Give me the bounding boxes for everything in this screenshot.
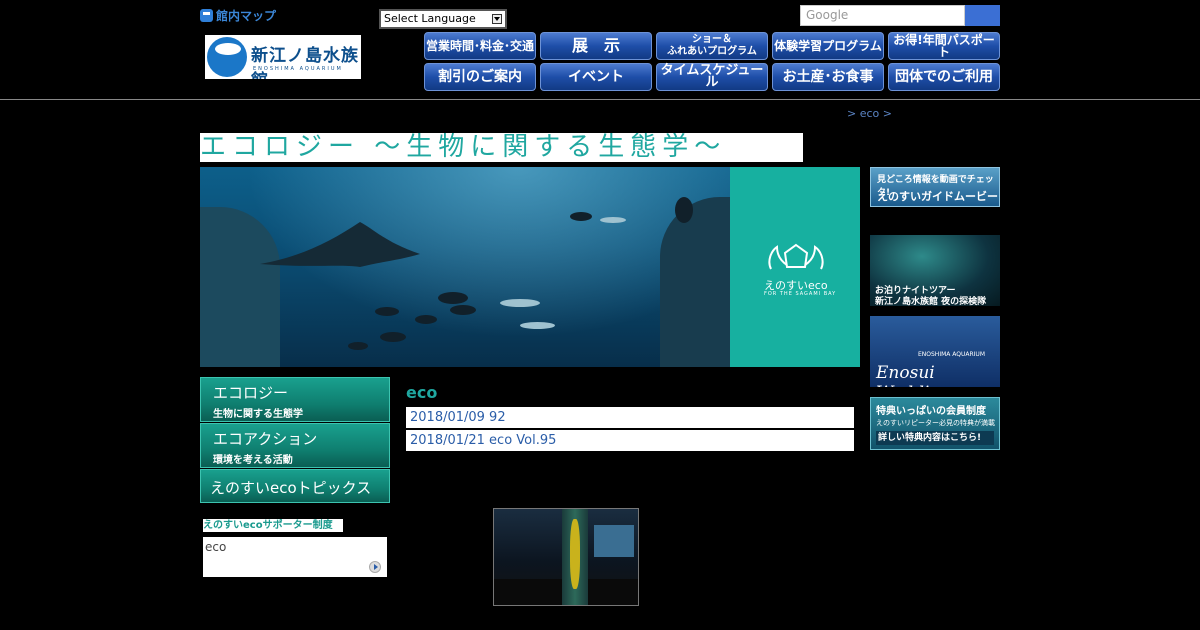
photo-plant (570, 519, 580, 589)
news-link[interactable]: 2018/01/09 92 (410, 410, 506, 425)
section-title: eco (406, 383, 438, 402)
language-select[interactable]: Select Language (379, 9, 507, 29)
news-link[interactable]: 2018/01/21 eco Vol.95 (410, 433, 556, 448)
fish (450, 305, 476, 315)
side-menu-eco-action[interactable]: エコアクション 環境を考える活動 (200, 423, 390, 468)
floor-map-link[interactable]: 館内マップ (200, 7, 276, 24)
night-tour-banner[interactable]: お泊りナイトツアー 新江ノ島水族館 夜の探検隊 (870, 235, 1000, 306)
side-menu-sub-label: 環境を考える活動 (213, 455, 293, 466)
arrow-right-icon[interactable] (369, 561, 381, 573)
fish (500, 299, 540, 307)
page-title: エコロジー ～生物に関する生態学～ (200, 133, 803, 162)
fish (600, 217, 626, 223)
nav-label: 体験学習プログラム (774, 39, 882, 53)
map-icon (200, 9, 213, 22)
eco-logo-icon (768, 243, 824, 270)
news-row[interactable]: 2018/01/09 92 (406, 407, 854, 428)
supporter-heading: えのすいecoサポーター制度 (203, 519, 343, 532)
nav-label-line2: ふれあいプログラム (667, 46, 757, 57)
nav-label: ショー＆ (692, 34, 732, 45)
hero-image: えのすいeco FOR THE SAGAMI BAY (200, 167, 860, 367)
guide-movie-banner[interactable]: 見どころ情報を動画でチェック! えのすいガイドムービー (870, 167, 1000, 207)
nav-group-use[interactable]: 団体でのご利用 (888, 63, 1000, 91)
logo-mark-icon (207, 37, 247, 77)
site-logo[interactable]: 新江ノ島水族館 ENOSHIMA AQUARIUM (205, 35, 361, 79)
nav-label: 営業時間･料金･交通 (425, 39, 534, 53)
fish (380, 332, 406, 342)
nav-events[interactable]: イベント (540, 63, 652, 91)
wedding-banner[interactable]: ENOSHIMA AQUARIUM Enosui Wedding (870, 316, 1000, 387)
nav-exhibits[interactable]: 展 示 (540, 32, 652, 60)
fish (675, 197, 693, 223)
search-placeholder: Google (806, 8, 849, 22)
chevron-down-icon (492, 14, 502, 24)
nav-annual-pass[interactable]: お得!年間パスポート (888, 32, 1000, 60)
side-menu-main-label: エコアクション (213, 430, 318, 448)
exhibit-photo (493, 508, 639, 606)
nav-discounts[interactable]: 割引のご案内 (424, 63, 536, 91)
side-menu-ecology[interactable]: エコロジー 生物に関する生態学 (200, 377, 390, 422)
breadcrumb[interactable]: > eco > (847, 107, 892, 120)
nav-shows-programs[interactable]: ショー＆ ふれあいプログラム (656, 32, 768, 60)
banner-line1: ENOSHIMA AQUARIUM (918, 351, 986, 358)
supporter-box[interactable]: eco (203, 537, 387, 577)
logo-text: 新江ノ島水族館 (251, 46, 359, 79)
fish (570, 212, 592, 221)
nav-hours-fees-access[interactable]: 営業時間･料金･交通 (424, 32, 536, 60)
banner-line1: 特典いっぱいの会員制度 (876, 406, 986, 417)
supporter-text: eco (205, 540, 227, 554)
side-menu-sub-label: 生物に関する生態学 (213, 409, 303, 420)
banner-line2: えのすいガイドムービー (877, 190, 998, 203)
search-input[interactable]: Google (800, 5, 965, 26)
photo-window (594, 525, 634, 557)
nav-label: イベント (568, 69, 624, 85)
side-menu-main-label: えのすいecoトピックス (210, 479, 372, 497)
banner-line2: えのすいリピーター必見の特典が満載 (876, 419, 995, 427)
nav-label: お得!年間パスポート (893, 33, 995, 59)
eco-brand-tagline: FOR THE SAGAMI BAY (764, 291, 837, 297)
nav-learning-programs[interactable]: 体験学習プログラム (772, 32, 884, 60)
fish (415, 315, 437, 324)
banner-line2: 新江ノ島水族館 夜の探検隊 (875, 297, 987, 306)
hero-rock-right (660, 197, 730, 367)
nav-label: 展 示 (571, 36, 620, 55)
fish (520, 322, 555, 329)
manta-ray-illustration (260, 222, 420, 267)
header-divider (0, 99, 1200, 100)
nav-souvenirs-food[interactable]: お土産･お食事 (772, 63, 884, 91)
fish (348, 342, 368, 350)
eco-brand-panel: えのすいeco FOR THE SAGAMI BAY (730, 167, 860, 367)
nav-label: タイムスケジュール (660, 63, 764, 90)
fish (438, 292, 468, 304)
nav-label: 団体でのご利用 (895, 69, 993, 85)
banner-line2: Enosui Wedding (876, 363, 951, 387)
search-button[interactable] (965, 5, 1000, 26)
language-select-value: Select Language (384, 12, 476, 25)
side-menu-main-label: エコロジー (213, 384, 289, 402)
nav-label: お土産･お食事 (782, 69, 874, 85)
side-menu-eco-topics[interactable]: えのすいecoトピックス (200, 469, 390, 503)
floor-map-label: 館内マップ (216, 9, 277, 23)
logo-subtext: ENOSHIMA AQUARIUM (253, 66, 343, 72)
news-row[interactable]: 2018/01/21 eco Vol.95 (406, 430, 854, 451)
banner-line3: 詳しい特典内容はこちら! (876, 431, 994, 445)
nav-label: 割引のご案内 (438, 69, 522, 85)
nav-time-schedule[interactable]: タイムスケジュール (656, 63, 768, 91)
membership-banner[interactable]: 特典いっぱいの会員制度 えのすいリピーター必見の特典が満載 詳しい特典内容はこち… (870, 397, 1000, 450)
fish (375, 307, 399, 316)
